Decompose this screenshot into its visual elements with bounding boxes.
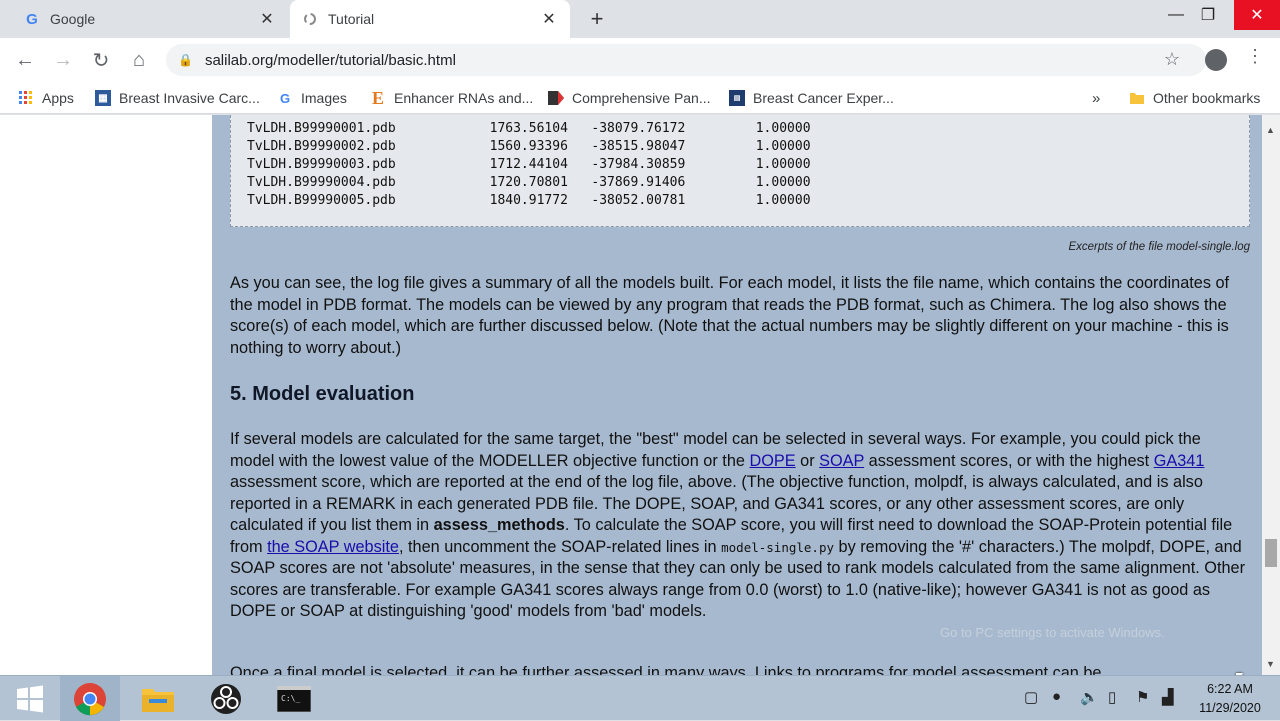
close-tab-icon[interactable]: ✕	[540, 9, 558, 29]
chrome-menu-icon[interactable]: ⋮	[1246, 46, 1264, 67]
bookmark-label: Breast Invasive Carc...	[119, 90, 260, 106]
log-row: TvLDH.B99990001.pdb 1763.56104 -38079.76…	[247, 121, 811, 136]
log-row: TvLDH.B99990004.pdb 1720.70801 -37869.91…	[247, 175, 811, 190]
maximize-button[interactable]: ❐	[1188, 0, 1228, 30]
url-text: salilab.org/modeller/tutorial/basic.html	[204, 51, 456, 69]
script-filename: model-single.py	[721, 539, 835, 555]
bookmark-apps[interactable]: Apps	[18, 88, 74, 108]
elsevier-icon: E	[371, 87, 384, 108]
other-bookmarks[interactable]: Other bookmarks	[1129, 88, 1260, 108]
home-icon[interactable]: ⌂	[120, 41, 158, 79]
bookmark-label: Breast Cancer Exper...	[753, 90, 894, 106]
obs-tray-icon[interactable]: ●	[1052, 688, 1061, 705]
volume-icon[interactable]: 🔈	[1080, 688, 1099, 706]
tab-tutorial[interactable]: Tutorial ✕	[290, 0, 570, 38]
tutorial-content: TvLDH.B99990001.pdb 1763.56104 -38079.76…	[212, 115, 1262, 675]
battery-icon[interactable]: ▯	[1108, 688, 1116, 706]
tab-strip: G Google ✕ Tutorial ✕ + — ❐ ✕	[0, 0, 1280, 38]
clock-date: 11/29/2020	[1199, 701, 1261, 715]
text-span: or	[795, 451, 820, 470]
back-icon[interactable]: ←	[6, 41, 44, 79]
browser-toolbar: ← → ↻ ⌂ 🔒 salilab.org/modeller/tutorial/…	[0, 38, 1280, 82]
address-bar[interactable]: 🔒 salilab.org/modeller/tutorial/basic.ht…	[166, 44, 1206, 76]
apps-grid-icon	[18, 90, 34, 106]
bookmark-label: Apps	[42, 90, 74, 106]
bookmark-comprehensive-pan[interactable]: Comprehensive Pan...	[548, 88, 711, 108]
dope-link[interactable]: DOPE	[749, 452, 795, 470]
desktop-icon[interactable]: ▢	[1024, 688, 1038, 706]
new-tab-button[interactable]: +	[585, 6, 609, 32]
section-heading: 5. Model evaluation	[230, 383, 415, 405]
bookmarks-bar: Apps ▦ Breast Invasive Carc... G Images …	[0, 82, 1280, 114]
obs-icon[interactable]	[196, 676, 256, 721]
windows-start-icon[interactable]	[0, 676, 60, 721]
tab-google[interactable]: G Google ✕	[12, 0, 288, 38]
log-row: TvLDH.B99990003.pdb 1712.44104 -37984.30…	[247, 157, 811, 172]
network-icon[interactable]: ▟	[1162, 688, 1174, 706]
text-span: assessment scores, or with the highest	[864, 451, 1154, 470]
bookmarks-overflow-button[interactable]: »	[1092, 88, 1100, 108]
scroll-up-icon[interactable]: ▲	[1266, 125, 1275, 135]
lock-icon: 🔒	[178, 53, 193, 67]
tab-title: Tutorial	[328, 11, 375, 27]
google-icon: G	[279, 90, 291, 106]
assess-methods-term: assess_methods	[433, 516, 565, 534]
bookmark-breast-cancer-exper[interactable]: ▤ Breast Cancer Exper...	[729, 88, 894, 108]
bookmark-label: Enhancer RNAs and...	[394, 90, 534, 106]
paragraph-log-summary: As you can see, the log file gives a sum…	[230, 274, 1230, 357]
terminal-icon[interactable]: C:\_	[264, 676, 324, 721]
windows-taskbar: C:\_ ▢ ● 🔈 ▯ ⚑ ▟ 6:22 AM 11/29/2020	[0, 675, 1280, 721]
log-caption: Excerpts of the file model-single.log	[1068, 241, 1250, 253]
spinner-icon	[302, 11, 318, 27]
google-icon: G	[26, 10, 38, 28]
file-explorer-icon[interactable]	[128, 676, 188, 721]
journal-icon: ▤	[729, 90, 745, 106]
reload-icon[interactable]: ↻	[82, 41, 120, 79]
system-clock[interactable]: 6:22 AM 11/29/2020	[1188, 680, 1272, 718]
bookmark-label: Comprehensive Pan...	[572, 90, 711, 106]
log-row: TvLDH.B99990002.pdb 1560.93396 -38515.98…	[247, 139, 811, 154]
text-span: , then uncomment the SOAP-related lines …	[398, 537, 722, 556]
page-viewport: TvLDH.B99990001.pdb 1763.56104 -38079.76…	[0, 115, 1280, 675]
paragraph-model-evaluation: If several models are calculated for the…	[230, 429, 1245, 623]
tab-title: Google	[50, 11, 96, 27]
activation-watermark: Go to PC settings to activate Windows.	[940, 625, 1165, 640]
bookmark-enhancer-rnas[interactable]: E Enhancer RNAs and...	[370, 88, 533, 108]
log-row: TvLDH.B99990005.pdb 1840.91772 -38052.00…	[247, 193, 811, 208]
page-scrollbar[interactable]: ▲ ▼	[1262, 115, 1280, 675]
soap-website-link[interactable]: the SOAP website	[267, 538, 399, 556]
action-center-flag-icon[interactable]: ⚑	[1136, 688, 1149, 706]
clock-time: 6:22 AM	[1207, 682, 1253, 696]
bookmark-label: Other bookmarks	[1153, 90, 1261, 106]
soap-link[interactable]: SOAP	[819, 452, 864, 470]
cbioportal-icon: ▦	[95, 90, 111, 106]
paragraph-assessment: Once a final model is selected, it can b…	[230, 664, 1102, 675]
bookmark-breast-invasive[interactable]: ▦ Breast Invasive Carc...	[95, 88, 260, 108]
window-close-button[interactable]: ✕	[1234, 0, 1280, 30]
svg-text:C:\_: C:\_	[281, 694, 300, 703]
left-margin	[0, 115, 212, 675]
bookmark-images[interactable]: G Images	[277, 88, 347, 108]
close-tab-icon[interactable]: ✕	[258, 9, 276, 29]
forward-icon[interactable]: →	[44, 41, 82, 79]
log-excerpt-box: TvLDH.B99990001.pdb 1763.56104 -38079.76…	[230, 115, 1250, 227]
bookmark-star-icon[interactable]: ☆	[1164, 49, 1180, 70]
bookmark-label: Images	[301, 90, 347, 106]
chrome-taskbar-icon[interactable]	[60, 676, 120, 721]
scroll-down-icon[interactable]: ▼	[1266, 659, 1275, 669]
ga341-link[interactable]: GA341	[1154, 452, 1205, 470]
cell-icon	[548, 90, 564, 106]
scrollbar-thumb[interactable]	[1265, 539, 1277, 567]
folder-icon	[1129, 90, 1145, 106]
profile-avatar-icon[interactable]	[1205, 49, 1227, 71]
